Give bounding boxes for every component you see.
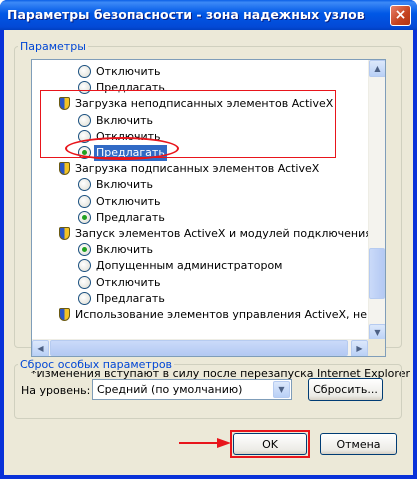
radio-label: Отключить	[96, 195, 161, 208]
radio-label: Предлагать	[96, 211, 165, 224]
chevron-down-icon[interactable]: ▼	[273, 381, 290, 398]
radio-button[interactable]	[78, 276, 91, 289]
hscroll-thumb[interactable]	[50, 340, 348, 356]
cancel-button[interactable]: Отмена	[320, 433, 397, 455]
radio-button[interactable]	[78, 178, 91, 191]
scroll-corner	[368, 339, 385, 356]
close-button[interactable]: ×	[390, 5, 411, 26]
close-icon: ×	[394, 7, 407, 23]
scroll-thumb[interactable]	[369, 248, 385, 299]
reset-group-label: Сброс особых параметров	[18, 358, 175, 371]
radio-button[interactable]	[78, 195, 91, 208]
category-label: Использование элементов управления Activ…	[75, 308, 386, 321]
category-label: Загрузка подписанных элементов ActiveX	[75, 162, 320, 175]
scroll-left-icon[interactable]: ◀	[32, 340, 49, 356]
radio-label: Включить	[96, 243, 154, 256]
settings-group-label: Параметры	[18, 40, 88, 53]
vertical-scrollbar[interactable]: ▲ ▼	[368, 60, 385, 341]
category-label: Запуск элементов ActiveX и модулей подкл…	[75, 227, 372, 240]
highlight-ellipse	[65, 137, 179, 160]
arrow-icon	[179, 438, 231, 448]
dialog-window: Параметры безопасности - зона надежных у…	[0, 0, 417, 479]
radio-label: Предлагать	[96, 292, 165, 305]
radio-button[interactable]	[78, 259, 91, 272]
level-select-value: Средний (по умолчанию)	[97, 383, 243, 396]
reset-button[interactable]: Сбросить...	[308, 378, 383, 401]
radio-label: Отключить	[96, 276, 161, 289]
radio-button[interactable]	[78, 292, 91, 305]
title-bar[interactable]: Параметры безопасности - зона надежных у…	[0, 0, 417, 30]
window-title: Параметры безопасности - зона надежных у…	[7, 7, 365, 22]
shield-icon	[59, 162, 70, 175]
radio-label: Отключить	[96, 65, 161, 78]
scroll-up-icon[interactable]: ▲	[369, 60, 385, 77]
radio-button[interactable]	[78, 65, 91, 78]
level-label: На уровень:	[21, 384, 91, 397]
scroll-right-icon[interactable]: ▶	[351, 340, 368, 356]
radio-button[interactable]	[78, 243, 91, 256]
ok-highlight	[230, 430, 310, 458]
shield-icon	[59, 308, 70, 321]
horizontal-scrollbar[interactable]: ◀ ▶	[32, 339, 368, 356]
shield-icon	[59, 227, 70, 240]
level-select[interactable]: Средний (по умолчанию) ▼	[92, 379, 292, 400]
radio-label: Включить	[96, 178, 154, 191]
radio-label: Допущенным администратором	[96, 259, 283, 272]
radio-button[interactable]	[78, 211, 91, 224]
